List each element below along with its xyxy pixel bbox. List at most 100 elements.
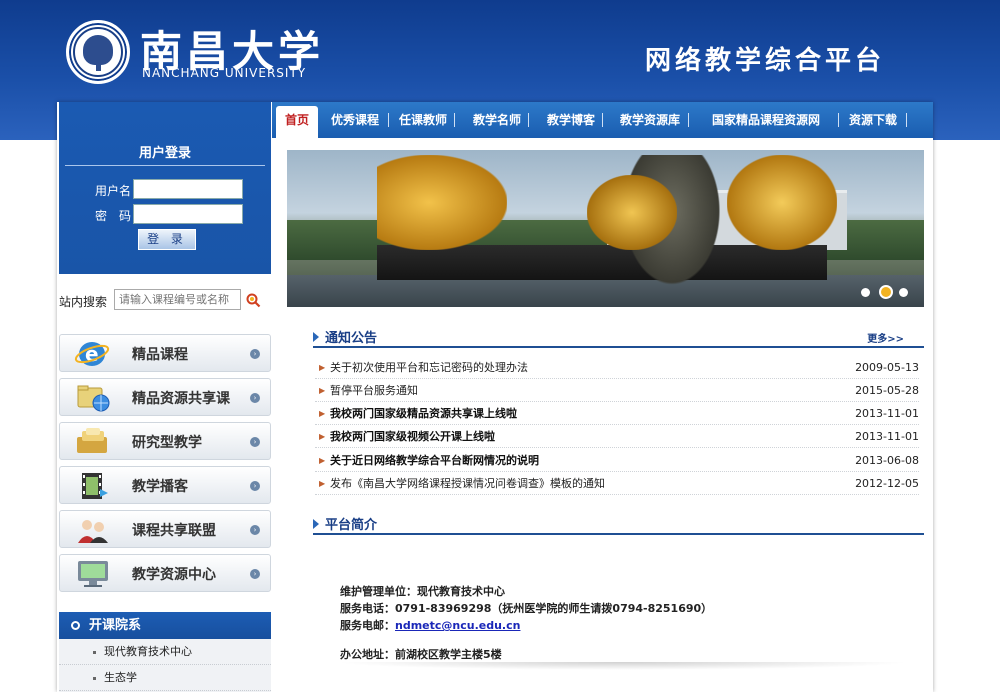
username-label: 用户名 bbox=[95, 184, 132, 198]
arrow-right-icon: ▶ bbox=[319, 409, 326, 418]
nav-separator bbox=[688, 113, 689, 127]
film-icon bbox=[82, 473, 108, 499]
books-icon bbox=[77, 428, 107, 453]
nav-item-national-courses[interactable]: 国家精品课程资源网 bbox=[700, 102, 832, 138]
nav-item-famous-teachers[interactable]: 教学名师 bbox=[468, 102, 526, 138]
college-item[interactable]: 现代教育技术中心 bbox=[59, 639, 271, 665]
login-button[interactable]: 登 录 bbox=[138, 229, 196, 250]
notices-header: 通知公告 更多>> bbox=[313, 326, 924, 348]
banner-golden-sculpture bbox=[377, 155, 507, 250]
main-frame: 首页 优秀课程 任课教师 教学名师 教学博客 教学资源库 国家精品课程资源网 资… bbox=[57, 102, 933, 692]
main-nav: 首页 优秀课程 任课教师 教学名师 教学博客 教学资源库 国家精品课程资源网 资… bbox=[272, 102, 933, 138]
slide-dot-active[interactable] bbox=[879, 285, 893, 299]
chevron-right-icon: › bbox=[250, 569, 260, 579]
platform-title: 网络教学综合平台 bbox=[645, 46, 886, 76]
school-name-english: NANCHANG UNIVERSITY bbox=[142, 66, 307, 80]
nav-separator bbox=[906, 113, 907, 127]
nav-item-teaching-blog[interactable]: 教学博客 bbox=[542, 102, 600, 138]
notice-title[interactable]: 发布《南昌大学网络课程授课情况问卷调查》模板的通知 bbox=[330, 472, 605, 495]
chevron-right-icon: › bbox=[250, 525, 260, 535]
nav-separator bbox=[838, 113, 839, 127]
slide-dot[interactable] bbox=[861, 288, 870, 297]
university-seal-logo[interactable] bbox=[66, 20, 130, 84]
colleges-header: 开课院系 bbox=[59, 612, 271, 639]
nav-item-resource-library[interactable]: 教学资源库 bbox=[614, 102, 686, 138]
password-label: 密 码 bbox=[95, 209, 132, 223]
nav-item-excellent-courses[interactable]: 优秀课程 bbox=[324, 102, 386, 138]
password-input[interactable] bbox=[133, 204, 243, 224]
banner-slideshow[interactable] bbox=[287, 150, 924, 307]
notice-date: 2012-12-05 bbox=[855, 477, 919, 490]
username-input[interactable] bbox=[133, 179, 243, 199]
arrow-right-icon: ▶ bbox=[319, 363, 326, 372]
colleges-title: 开课院系 bbox=[89, 618, 142, 633]
more-link[interactable]: 更多>> bbox=[867, 330, 904, 345]
notice-row[interactable]: ▶ 暂停平台服务通知 2015-05-28 bbox=[315, 379, 919, 402]
circle-bullet-icon bbox=[71, 621, 80, 630]
menu-button-course-alliance[interactable]: 课程共享联盟 › bbox=[59, 510, 271, 548]
notice-date: 2015-05-28 bbox=[855, 384, 919, 397]
intro-address: 办公地址：前湖校区教学主楼5楼 bbox=[340, 648, 502, 661]
menu-button-label: 研究型教学 bbox=[132, 435, 202, 451]
chevron-right-icon: › bbox=[250, 393, 260, 403]
notice-title[interactable]: 关于近日网络教学综合平台断网情况的说明 bbox=[330, 449, 539, 472]
menu-button-research-teaching[interactable]: 研究型教学 › bbox=[59, 422, 271, 460]
college-item[interactable]: 生态学 bbox=[59, 665, 271, 691]
notice-row[interactable]: ▶ 关于初次使用平台和忘记密码的处理办法 2009-05-13 bbox=[315, 356, 919, 379]
menu-button-resource-sharing-courses[interactable]: 精品资源共享课 › bbox=[59, 378, 271, 416]
arrow-right-icon: ▶ bbox=[319, 479, 326, 488]
notice-title[interactable]: 暂停平台服务通知 bbox=[330, 379, 418, 402]
menu-button-label: 精品资源共享课 bbox=[132, 391, 230, 407]
chevron-right-icon: › bbox=[250, 349, 260, 359]
intro-email-label: 服务电邮： bbox=[340, 619, 395, 632]
intro-email-line: 服务电邮：ndmetc@ncu.edu.cn bbox=[340, 617, 520, 633]
nav-separator bbox=[454, 113, 455, 127]
menu-button-teaching-podcast[interactable]: 教学播客 › bbox=[59, 466, 271, 504]
nav-separator bbox=[602, 113, 603, 127]
notice-row[interactable]: ▶ 关于近日网络教学综合平台断网情况的说明 2013-06-08 bbox=[315, 449, 919, 472]
notice-row[interactable]: ▶ 我校两门国家级精品资源共享课上线啦 2013-11-01 bbox=[315, 402, 919, 425]
seal-trunk bbox=[96, 61, 101, 71]
ie-icon: e bbox=[74, 342, 110, 366]
notice-date: 2009-05-13 bbox=[855, 361, 919, 374]
users-icon bbox=[78, 520, 108, 543]
triangle-bullet-icon bbox=[313, 332, 319, 342]
site-search-input[interactable] bbox=[114, 289, 241, 310]
slide-dot[interactable] bbox=[899, 288, 908, 297]
intro-phone: 服务电话：0791-83969298（抚州医学院的师生请拨0794-825169… bbox=[340, 602, 713, 615]
banner-golden-sculpture bbox=[727, 155, 837, 250]
notice-title[interactable]: 我校两门国家级视频公开课上线啦 bbox=[330, 425, 495, 448]
intro-maintainer: 维护管理单位：现代教育技术中心 bbox=[340, 585, 505, 598]
nav-item-home[interactable]: 首页 bbox=[276, 106, 318, 138]
colleges-list: 现代教育技术中心 生态学 bbox=[59, 639, 271, 692]
menu-button-label: 课程共享联盟 bbox=[132, 523, 216, 539]
search-icon[interactable] bbox=[245, 292, 261, 308]
notice-date: 2013-06-08 bbox=[855, 454, 919, 467]
banner-golden-sculpture bbox=[587, 175, 677, 250]
notice-date: 2013-11-01 bbox=[855, 407, 919, 420]
nav-separator bbox=[388, 113, 389, 127]
notice-row[interactable]: ▶ 我校两门国家级视频公开课上线啦 2013-11-01 bbox=[315, 425, 919, 448]
arrow-right-icon: ▶ bbox=[319, 432, 326, 441]
menu-button-label: 教学资源中心 bbox=[132, 567, 216, 583]
monitor-icon bbox=[78, 561, 108, 587]
nav-item-downloads[interactable]: 资源下载 bbox=[844, 102, 902, 138]
notice-title[interactable]: 关于初次使用平台和忘记密码的处理办法 bbox=[330, 356, 528, 379]
intro-header: 平台简介 bbox=[313, 513, 924, 535]
site-search-label: 站内搜索 bbox=[59, 295, 108, 309]
notice-date: 2013-11-01 bbox=[855, 430, 919, 443]
intro-email-link[interactable]: ndmetc@ncu.edu.cn bbox=[395, 619, 520, 632]
menu-button-excellent-courses[interactable]: e 精品课程 › bbox=[59, 334, 271, 372]
nav-item-teachers[interactable]: 任课教师 bbox=[394, 102, 452, 138]
login-title: 用户登录 bbox=[65, 142, 265, 166]
arrow-right-icon: ▶ bbox=[319, 386, 326, 395]
notice-title[interactable]: 我校两门国家级精品资源共享课上线啦 bbox=[330, 402, 517, 425]
menu-button-resource-center[interactable]: 教学资源中心 › bbox=[59, 554, 271, 592]
chevron-right-icon: › bbox=[250, 437, 260, 447]
triangle-bullet-icon bbox=[313, 519, 319, 529]
notice-row[interactable]: ▶ 发布《南昌大学网络课程授课情况问卷调查》模板的通知 2012-12-05 bbox=[315, 472, 919, 495]
intro-title: 平台简介 bbox=[325, 518, 378, 533]
folder-globe-icon bbox=[77, 385, 110, 412]
menu-button-label: 精品课程 bbox=[132, 347, 188, 363]
banner-pedestal bbox=[377, 245, 827, 280]
